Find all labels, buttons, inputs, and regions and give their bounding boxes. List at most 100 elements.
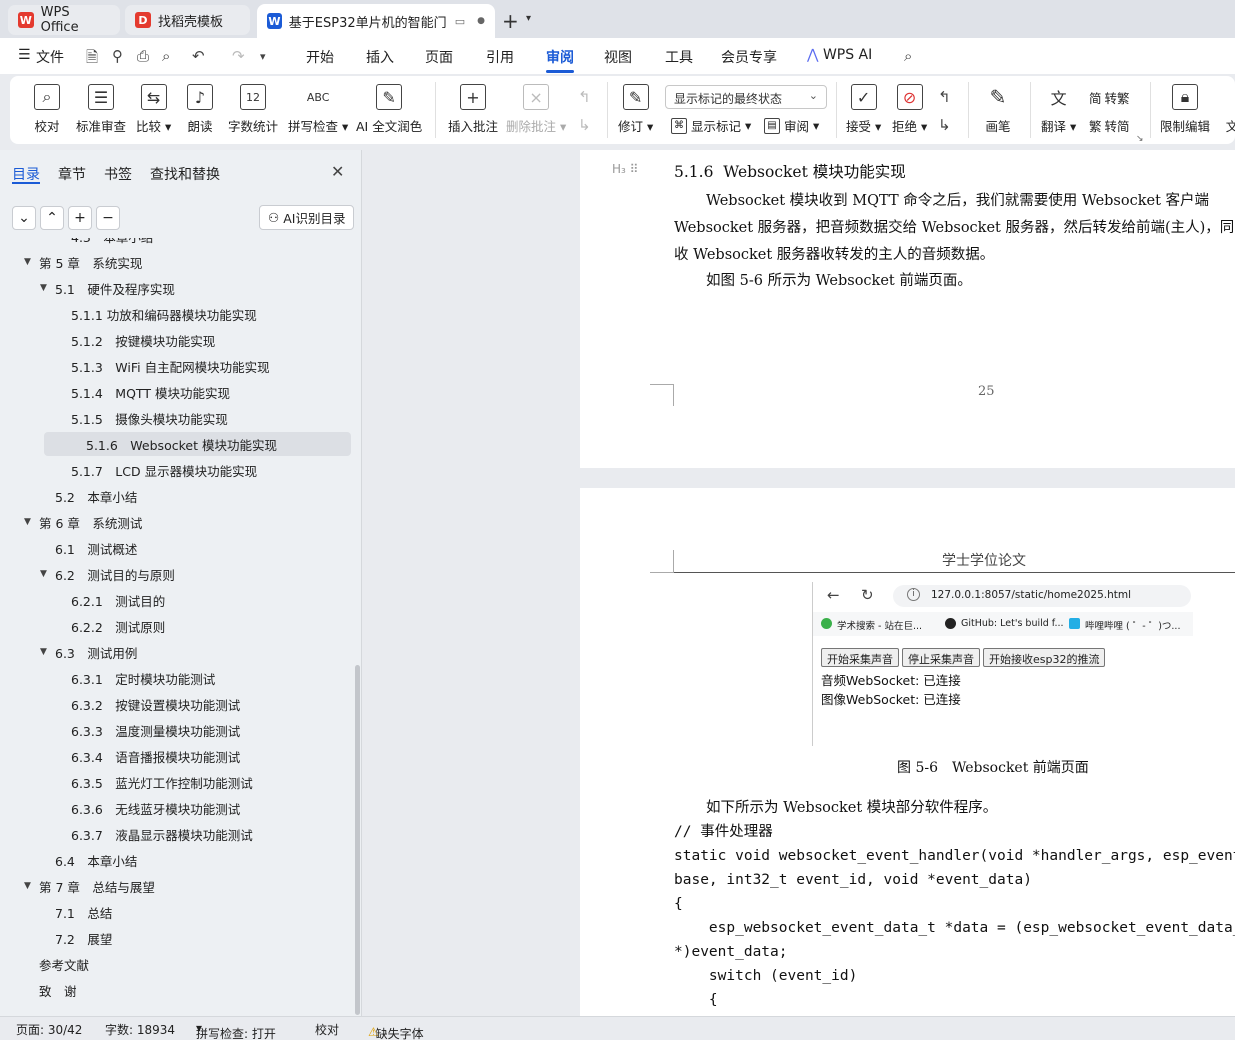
- accept-button[interactable]: ✓ 接受 ▾: [846, 84, 881, 135]
- paragraph-line[interactable]: 如下所示为 Websocket 模块部分软件程序。: [706, 795, 997, 822]
- reject-button[interactable]: ⊘ 拒绝 ▾: [892, 84, 927, 135]
- tab-document[interactable]: W 基于ESP32单片机的智能门铃 ▭ ●: [257, 4, 495, 38]
- nav-tab-bookmarks[interactable]: 书签: [104, 164, 132, 184]
- menu-member[interactable]: 会员专享: [721, 47, 777, 67]
- expand-arrow-icon[interactable]: ▼: [40, 283, 52, 293]
- toc-item[interactable]: 6.3.1 定时模块功能测试: [0, 666, 350, 690]
- spell-check-status[interactable]: 拼写检查: 打开 ▾: [196, 1021, 276, 1040]
- toc-item[interactable]: 6.1 测试概述: [0, 536, 350, 560]
- menu-view[interactable]: 视图: [604, 47, 632, 67]
- standard-review-button[interactable]: ☰ 标准审查: [76, 84, 126, 135]
- delete-comment-button[interactable]: × 删除批注 ▾: [506, 84, 566, 135]
- previous-change-icon[interactable]: ↰: [938, 88, 951, 106]
- nav-tab-toc[interactable]: 目录: [12, 164, 40, 184]
- code-line[interactable]: base, int32_t event_id, void *event_data…: [674, 868, 1032, 892]
- insert-comment-button[interactable]: + 插入批注: [448, 84, 498, 135]
- proofread-status[interactable]: 校对: [315, 1021, 339, 1038]
- next-change-icon[interactable]: ↳: [938, 116, 951, 134]
- toc-item[interactable]: 7.2 展望: [0, 926, 350, 950]
- toc-item[interactable]: 致 谢: [0, 978, 350, 1002]
- ai-polish-button[interactable]: ✎ AI 全文润色: [356, 84, 422, 135]
- toc-item[interactable]: 6.3.2 按键设置模块功能测试: [0, 692, 350, 716]
- code-line[interactable]: // 事件处理器: [674, 820, 773, 844]
- collapse-all-button[interactable]: ⌄: [12, 206, 36, 230]
- chevron-down-icon[interactable]: ▾: [526, 13, 531, 24]
- search-icon[interactable]: ⌕: [904, 47, 912, 65]
- markup-state-dropdown[interactable]: 显示标记的最终状态 ⌄: [665, 85, 827, 109]
- toc-item[interactable]: 4.3 本章小结: [0, 238, 350, 248]
- restrict-editing-button[interactable]: 🔒︎ 限制编辑: [1160, 84, 1210, 135]
- heading-handle-icon[interactable]: H₃ ⠿: [612, 162, 638, 176]
- show-markup-button[interactable]: ⌘ 显示标记 ▾: [671, 116, 751, 135]
- toc-item[interactable]: 6.2.2 测试原则: [0, 614, 350, 638]
- code-line[interactable]: static void websocket_event_handler(void…: [674, 844, 1235, 868]
- nav-tab-find-replace[interactable]: 查找和替换: [150, 164, 220, 184]
- toc-item[interactable]: 5.1.4 MQTT 模块功能实现: [0, 380, 350, 404]
- to-simplified-button[interactable]: 繁转简: [1089, 116, 1130, 135]
- track-changes-button[interactable]: ✎ 修订 ▾: [618, 84, 653, 135]
- more-ribbon-button[interactable]: 文: [1219, 84, 1235, 135]
- monitor-icon[interactable]: ▭: [455, 15, 465, 28]
- toc-item[interactable]: 6.3.3 温度测量模块功能测试: [0, 718, 350, 742]
- page-count[interactable]: 页面: 30/42: [16, 1021, 82, 1038]
- hamburger-icon[interactable]: ☰: [18, 47, 31, 63]
- read-aloud-button[interactable]: ♪ 朗读: [187, 84, 213, 135]
- to-traditional-button[interactable]: 简转繁: [1089, 88, 1130, 107]
- tab-wps-office[interactable]: W WPS Office: [8, 5, 120, 35]
- nav-tab-chapters[interactable]: 章节: [58, 164, 86, 184]
- undo-icon[interactable]: ↶: [192, 47, 205, 65]
- menu-tools[interactable]: 工具: [665, 47, 693, 67]
- toc-item[interactable]: 5.1.5 摄像头模块功能实现: [0, 406, 350, 430]
- toc-item[interactable]: 6.3.6 无线蓝牙模块功能测试: [0, 796, 350, 820]
- word-count[interactable]: 字数: 18934: [105, 1021, 175, 1038]
- toc-item[interactable]: 5.1.6 Websocket 模块功能实现: [44, 432, 351, 456]
- toc-item[interactable]: 6.2.1 测试目的: [0, 588, 350, 612]
- previous-comment-icon[interactable]: ↰: [578, 88, 591, 106]
- close-icon[interactable]: ✕: [331, 162, 344, 181]
- toc-item[interactable]: 6.3.7 液晶显示器模块功能测试: [0, 822, 350, 846]
- redo-icon[interactable]: ↷: [232, 47, 245, 65]
- next-comment-icon[interactable]: ↳: [578, 116, 591, 134]
- proofread-button[interactable]: ⌕ 校对: [34, 84, 60, 135]
- menu-references[interactable]: 引用: [486, 47, 514, 67]
- code-line[interactable]: {: [674, 892, 683, 916]
- expand-dialog-icon[interactable]: ↘: [1136, 134, 1144, 144]
- paragraph-line[interactable]: 如图 5-6 所示为 Websocket 前端页面。: [706, 268, 972, 295]
- save-icon[interactable]: 🗎: [86, 47, 98, 72]
- menu-wps-ai[interactable]: ⋀ WPS AI: [807, 47, 872, 63]
- compare-button[interactable]: ⇆ 比较 ▾: [136, 84, 171, 135]
- print-preview-icon[interactable]: ⌕: [162, 47, 170, 65]
- expand-arrow-icon[interactable]: ▼: [40, 569, 52, 579]
- embedded-screenshot[interactable]: ← ↻ i 127.0.0.1:8057/static/home2025.html…: [812, 582, 1193, 746]
- missing-font-status[interactable]: ⚠ 缺失字体: [368, 1021, 424, 1040]
- toc-item[interactable]: ▼ 第 7 章 总结与展望: [0, 874, 350, 898]
- toc-item[interactable]: ▼ 6.2 测试目的与原则: [0, 562, 350, 586]
- code-line[interactable]: *)event_data;: [674, 940, 788, 964]
- expand-arrow-icon[interactable]: ▼: [24, 881, 36, 891]
- translate-button[interactable]: 文翻译 ▾: [1041, 84, 1076, 135]
- toc-item[interactable]: 6.3.5 蓝光灯工作控制功能测试: [0, 770, 350, 794]
- toc-item[interactable]: 5.1.2 按键模块功能实现: [0, 328, 350, 352]
- chevron-down-icon[interactable]: ▾: [260, 50, 266, 63]
- code-line[interactable]: {: [674, 988, 718, 1012]
- pen-button[interactable]: ✎ 画笔: [985, 84, 1011, 135]
- link-icon[interactable]: ⚲: [112, 47, 123, 65]
- toc-item[interactable]: 5.1.3 WiFi 自主配网模块功能实现: [0, 354, 350, 378]
- code-line[interactable]: switch (event_id): [674, 964, 857, 988]
- toc-item[interactable]: 5.1.7 LCD 显示器模块功能实现: [0, 458, 350, 482]
- expand-arrow-icon[interactable]: ▼: [24, 517, 36, 527]
- new-tab-icon[interactable]: +: [502, 9, 519, 33]
- toc-item[interactable]: 5.1.1 功放和编码器模块功能实现: [0, 302, 350, 326]
- figure-caption[interactable]: 图 5-6 Websocket 前端页面: [897, 757, 1089, 777]
- section-heading[interactable]: 5.1.6 Websocket 模块功能实现: [674, 160, 906, 182]
- menu-page[interactable]: 页面: [425, 47, 453, 67]
- toc-item[interactable]: ▼ 6.3 测试用例: [0, 640, 350, 664]
- word-count-button[interactable]: 12 字数统计: [228, 84, 278, 135]
- paragraph-line[interactable]: Websocket 模块收到 MQTT 命令之后，我们就需要使用 Websock…: [674, 188, 1209, 215]
- menu-insert[interactable]: 插入: [366, 47, 394, 67]
- expand-arrow-icon[interactable]: ▼: [24, 257, 36, 267]
- expand-arrow-icon[interactable]: ▼: [40, 647, 52, 657]
- add-heading-button[interactable]: +: [68, 206, 92, 230]
- toc-item[interactable]: 7.1 总结: [0, 900, 350, 924]
- menu-file[interactable]: 文件: [36, 47, 64, 67]
